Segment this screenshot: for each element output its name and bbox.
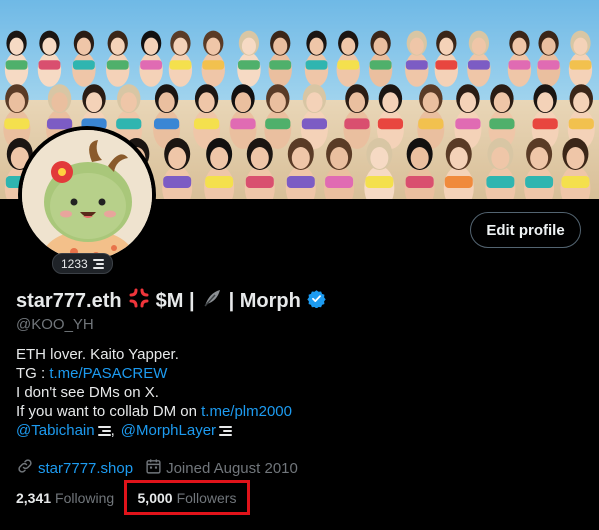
- mention-separator: ,: [110, 422, 115, 439]
- followers-link[interactable]: 5,000 Followers: [124, 480, 250, 515]
- banner-figure: [268, 30, 292, 87]
- tg-label: TG :: [16, 365, 46, 382]
- following-count: 2,341: [16, 490, 52, 506]
- profile-meta: star7777.shop Joined August 2010: [16, 457, 298, 479]
- following-label: Following: [55, 490, 115, 506]
- website-link[interactable]: star7777.shop: [38, 460, 133, 477]
- verified-badge-icon[interactable]: [307, 289, 326, 314]
- mention-morphlayer[interactable]: @MorphLayer: [120, 421, 233, 440]
- profile-bio: ETH lover. Kaito Yapper. TG : t.me/PASAC…: [16, 345, 292, 440]
- banner-figure: [168, 30, 193, 87]
- calendar-icon: [145, 458, 162, 479]
- edit-profile-button[interactable]: Edit profile: [470, 212, 581, 248]
- banner-figure: [343, 84, 371, 149]
- profile-avatar[interactable]: [18, 126, 156, 264]
- banner-figure: [4, 30, 29, 87]
- display-name: star777.eth: [16, 289, 122, 312]
- banner-figure: [237, 30, 261, 87]
- display-name-tag-2: | Morph: [228, 289, 301, 312]
- display-name-tag-1: $M |: [155, 289, 195, 312]
- bio-line-mentions: @Tabichain , @MorphLayer: [16, 421, 292, 440]
- banner-figure: [229, 84, 257, 149]
- banner-figure: [467, 30, 491, 87]
- feather-icon: [201, 287, 223, 315]
- joined-item: Joined August 2010: [145, 458, 298, 479]
- banner-figure: [304, 30, 329, 87]
- banner-figure: [139, 30, 163, 87]
- badge-count-value: 1233: [61, 256, 88, 271]
- avatar-badge-count[interactable]: 1233: [52, 253, 113, 274]
- banner-figure: [568, 30, 593, 87]
- mention-morphlayer-text: @MorphLayer: [120, 422, 217, 439]
- website-item[interactable]: star7777.shop: [16, 457, 133, 479]
- banner-figure: [405, 30, 429, 87]
- collab-text: If you want to collab DM on: [16, 403, 197, 420]
- banner-figure: [434, 30, 459, 87]
- bio-line-3: I don't see DMs on X.: [16, 384, 159, 401]
- followers-count: 5,000: [137, 489, 173, 506]
- link-icon: [16, 457, 34, 479]
- banner-figure: [106, 30, 130, 87]
- profile-handle: @KOO_YH: [16, 316, 94, 333]
- banner-figure: [507, 30, 532, 87]
- joined-date: Joined August 2010: [166, 459, 298, 477]
- bio-line-collab: If you want to collab DM on t.me/plm2000: [16, 402, 292, 421]
- stack-logo-icon: [219, 425, 233, 436]
- banner-figure: [37, 30, 62, 87]
- bio-line-1: ETH lover. Kaito Yapper.: [16, 346, 179, 363]
- banner-figure: [536, 30, 561, 87]
- collab-link[interactable]: t.me/plm2000: [201, 403, 292, 420]
- banner-figure: [368, 30, 393, 87]
- mention-tabichain-text: @Tabichain: [16, 422, 95, 439]
- followers-label: Followers: [176, 489, 237, 506]
- banner-figure: [264, 84, 292, 149]
- banner-figure: [336, 30, 360, 87]
- tg-link[interactable]: t.me/PASACREW: [49, 365, 167, 382]
- stack-logo-icon: [92, 258, 104, 269]
- banner-figure: [201, 30, 225, 87]
- display-name-row: star777.eth $M | | Morph: [16, 287, 326, 315]
- stack-logo-icon: [97, 425, 111, 436]
- following-link[interactable]: 2,341 Following: [16, 490, 114, 506]
- bio-line-tg: TG : t.me/PASACREW: [16, 364, 292, 383]
- banner-figure: [72, 30, 96, 87]
- mention-tabichain[interactable]: @Tabichain: [16, 421, 111, 440]
- follow-stats: 2,341 Following 5,000 Followers: [16, 480, 250, 515]
- anger-symbol-icon: [128, 287, 150, 315]
